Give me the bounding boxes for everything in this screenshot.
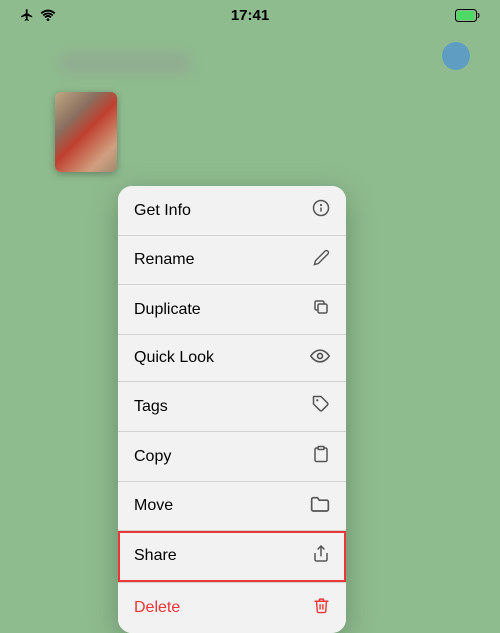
get-info-label: Get Info (134, 202, 191, 220)
airplane-icon (20, 8, 34, 22)
status-bar-left (20, 8, 56, 22)
copy-label: Copy (134, 448, 171, 466)
menu-item-copy[interactable]: Copy (118, 432, 346, 482)
quick-look-label: Quick Look (134, 349, 214, 367)
status-bar-time: 17:41 (231, 7, 269, 24)
menu-item-delete[interactable]: Delete (118, 582, 346, 633)
status-bar-right (455, 9, 480, 22)
share-icon (312, 544, 330, 568)
menu-item-get-info[interactable]: Get Info (118, 186, 346, 236)
blurred-app-title (60, 52, 190, 74)
folder-icon (310, 495, 330, 517)
trash-icon (313, 596, 330, 620)
tag-icon (312, 395, 330, 418)
info-icon (312, 199, 330, 222)
delete-label: Delete (134, 599, 180, 617)
copy-icon (312, 445, 330, 468)
tags-label: Tags (134, 398, 168, 416)
duplicate-label: Duplicate (134, 301, 201, 319)
battery-icon (455, 9, 480, 22)
menu-item-duplicate[interactable]: Duplicate (118, 285, 346, 335)
context-menu: Get Info Rename Duplicate Quick Look (118, 186, 346, 633)
file-thumbnail (55, 92, 117, 172)
wifi-icon (40, 9, 56, 21)
rename-icon (313, 249, 330, 271)
blue-indicator (442, 42, 470, 70)
move-label: Move (134, 497, 173, 515)
status-bar: 17:41 (0, 0, 500, 26)
menu-item-quick-look[interactable]: Quick Look (118, 335, 346, 382)
menu-item-rename[interactable]: Rename (118, 236, 346, 285)
menu-item-share[interactable]: Share (118, 531, 346, 582)
thumbnail-preview (55, 92, 117, 172)
menu-item-tags[interactable]: Tags (118, 382, 346, 432)
menu-item-move[interactable]: Move (118, 482, 346, 531)
rename-label: Rename (134, 251, 194, 269)
eye-icon (310, 348, 330, 368)
duplicate-icon (312, 298, 330, 321)
